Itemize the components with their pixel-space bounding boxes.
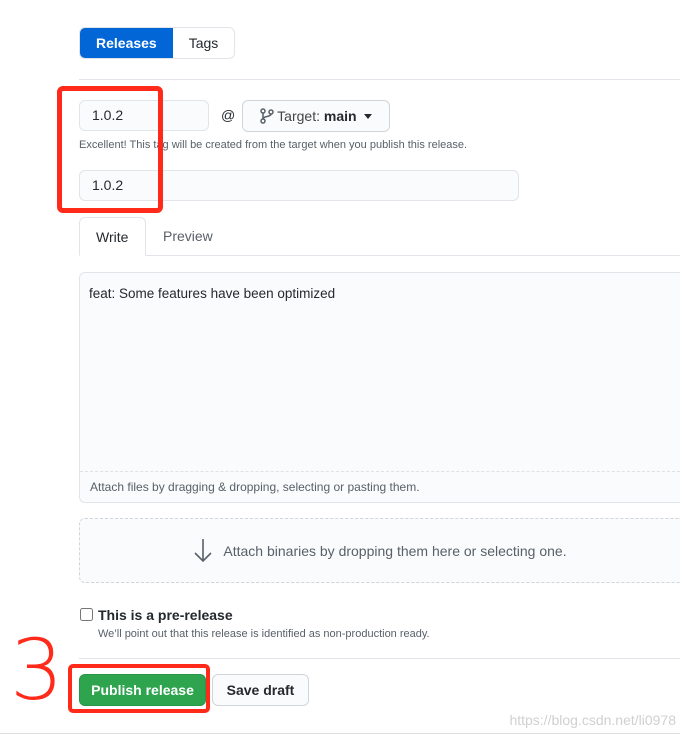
annotation-step-number: 3: [10, 621, 64, 719]
annotation-box-publish: [68, 664, 210, 713]
git-branch-icon: [259, 108, 274, 124]
at-sign: @: [221, 107, 236, 123]
caret-down-icon: [364, 114, 373, 123]
release-tag-switch: Releases Tags: [79, 27, 236, 59]
binaries-text: Attach binaries by dropping them here or…: [223, 542, 567, 559]
tab-tags[interactable]: Tags: [173, 28, 235, 58]
arrow-down-icon: [194, 538, 212, 562]
save-draft-button[interactable]: Save draft: [212, 674, 309, 706]
target-branch-button[interactable]: Target: main: [242, 100, 390, 132]
prerelease-label[interactable]: This is a pre-release: [98, 607, 233, 623]
annotation-box-tag: [57, 86, 163, 213]
binaries-dropzone[interactable]: Attach binaries by dropping them here or…: [79, 518, 680, 583]
bottom-border: [0, 733, 680, 734]
release-notes-textarea[interactable]: feat: Some features have been optimized …: [79, 272, 680, 503]
divider: [79, 658, 680, 659]
release-notes-text: feat: Some features have been optimized: [89, 286, 336, 301]
attach-files-hint[interactable]: Attach files by dragging & dropping, sel…: [80, 471, 680, 502]
target-branch: main: [323, 108, 357, 124]
divider: [79, 79, 680, 80]
tab-preview[interactable]: Preview: [147, 217, 229, 256]
target-label: Target:: [277, 108, 320, 124]
tab-write[interactable]: Write: [79, 217, 146, 256]
watermark: https://blog.csdn.net/li0978: [509, 712, 676, 728]
tab-releases[interactable]: Releases: [80, 28, 173, 58]
prerelease-description: We’ll point out that this release is ide…: [98, 628, 430, 640]
prerelease-checkbox[interactable]: [80, 608, 93, 621]
